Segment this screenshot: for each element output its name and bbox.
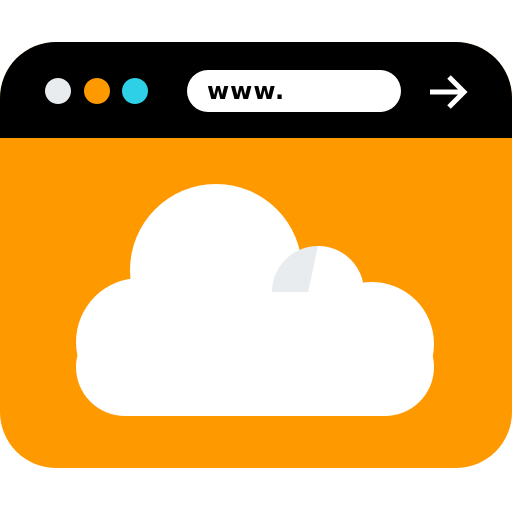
cloud-icon (76, 184, 434, 416)
cloud-shape (76, 184, 434, 416)
browser-window: www. (0, 42, 512, 468)
